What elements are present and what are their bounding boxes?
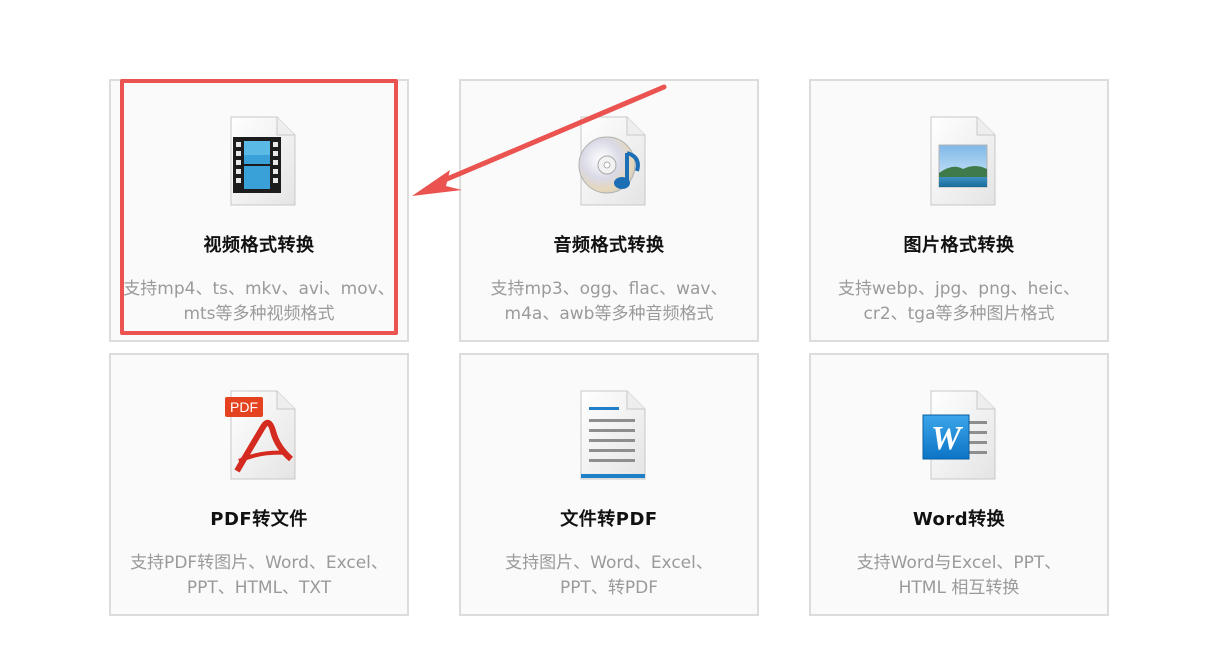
- card-pdf-to-file[interactable]: PDF PDF转文件 支持PDF转图片、Word、Excel、 PPT、HTML…: [109, 353, 409, 616]
- card-audio-conversion[interactable]: 音频格式转换 支持mp3、ogg、flac、wav、 m4a、awb等多种音频格…: [459, 79, 759, 342]
- card-title: 图片格式转换: [903, 235, 1015, 256]
- image-file-icon: [930, 116, 996, 206]
- card-title: 视频格式转换: [203, 235, 315, 256]
- pdf-file-icon: PDF: [225, 390, 296, 480]
- word-badge-label: W: [931, 420, 964, 457]
- card-description: 支持webp、jpg、png、heic、 cr2、tga等多种图片格式: [838, 279, 1080, 324]
- word-file-icon: W: [922, 390, 996, 480]
- card-video-conversion[interactable]: 视频格式转换 支持mp4、ts、mkv、avi、mov、 mts等多种视频格式: [109, 79, 409, 342]
- card-description: 支持mp3、ogg、flac、wav、 m4a、awb等多种音频格式: [490, 279, 728, 324]
- card-title: 文件转PDF: [560, 509, 658, 530]
- card-image-conversion[interactable]: 图片格式转换 支持webp、jpg、png、heic、 cr2、tga等多种图片…: [809, 79, 1109, 342]
- card-description: 支持Word与Excel、PPT、 HTML 相互转换: [856, 553, 1062, 598]
- card-file-to-pdf[interactable]: 文件转PDF 支持图片、Word、Excel、 PPT、转PDF: [459, 353, 759, 616]
- card-word-conversion[interactable]: W Word转换 支持Word与Excel、PPT、 HTML 相互转换: [809, 353, 1109, 616]
- card-title: 音频格式转换: [553, 235, 665, 256]
- text-document-icon: [580, 390, 646, 480]
- audio-file-icon: [578, 116, 646, 206]
- pdf-badge-label: PDF: [230, 399, 258, 415]
- card-description: 支持mp4、ts、mkv、avi、mov、 mts等多种视频格式: [123, 279, 395, 324]
- card-description: 支持PDF转图片、Word、Excel、 PPT、HTML、TXT: [130, 553, 388, 598]
- card-title: Word转换: [912, 509, 1006, 530]
- converter-grid: 视频格式转换 支持mp4、ts、mkv、avi、mov、 mts等多种视频格式: [109, 79, 1109, 617]
- card-description: 支持图片、Word、Excel、 PPT、转PDF: [505, 553, 713, 598]
- card-title: PDF转文件: [210, 509, 308, 530]
- video-file-icon: [230, 116, 296, 206]
